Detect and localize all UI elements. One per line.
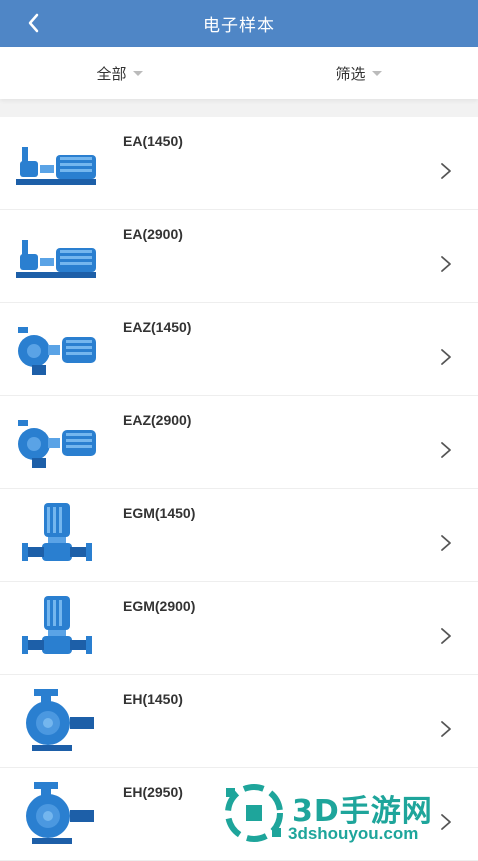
filter-label: 筛选 bbox=[335, 64, 366, 83]
product-name: EA(1450) bbox=[123, 133, 183, 149]
list-item[interactable]: EAZ(2900) bbox=[0, 396, 478, 489]
product-name: EH(1450) bbox=[123, 691, 183, 707]
watermark-logo-icon bbox=[225, 784, 283, 842]
list-item[interactable]: EH(1450) bbox=[0, 675, 478, 768]
chevron-right-icon bbox=[441, 535, 451, 551]
vertical-inline-pump-icon bbox=[22, 596, 92, 654]
caret-down-icon bbox=[371, 70, 382, 76]
product-name: EGM(2900) bbox=[123, 598, 196, 614]
list-item[interactable]: EGM(2900) bbox=[0, 582, 478, 675]
chevron-right-icon bbox=[441, 163, 451, 179]
filter-dropdown[interactable]: 筛选 bbox=[239, 47, 478, 99]
chevron-right-icon bbox=[441, 256, 451, 272]
chevron-right-icon bbox=[441, 442, 451, 458]
filter-bar: 全部 筛选 bbox=[0, 47, 478, 99]
list-item[interactable]: EAZ(1450) bbox=[0, 303, 478, 396]
end-suction-pump-icon bbox=[18, 420, 96, 468]
caret-down-icon bbox=[132, 70, 143, 76]
all-category-label: 全部 bbox=[96, 64, 127, 83]
page-title: 电子样本 bbox=[203, 16, 275, 36]
watermark-url: 3dshouyou.com bbox=[288, 824, 419, 843]
list-item[interactable]: EA(2900) bbox=[0, 210, 478, 303]
chevron-right-icon bbox=[441, 628, 451, 644]
volute-pump-icon bbox=[26, 782, 94, 844]
list-item[interactable]: EGM(1450) bbox=[0, 489, 478, 582]
product-name: EH(2950) bbox=[123, 784, 183, 800]
vertical-inline-pump-icon bbox=[22, 503, 92, 561]
product-list: EA(1450) EA(2900) EAZ(1450) EAZ(2900) EG… bbox=[0, 117, 478, 861]
product-name: EA(2900) bbox=[123, 226, 183, 242]
watermark: 3D手游网 3dshouyou.com bbox=[222, 780, 478, 850]
app-header: 电子样本 bbox=[0, 0, 478, 47]
chevron-right-icon bbox=[441, 349, 451, 365]
end-suction-pump-icon bbox=[18, 327, 96, 375]
horizontal-pump-icon bbox=[16, 240, 96, 278]
all-category-dropdown[interactable]: 全部 bbox=[0, 47, 239, 99]
product-name: EAZ(2900) bbox=[123, 412, 192, 428]
chevron-right-icon bbox=[441, 721, 451, 737]
product-name: EGM(1450) bbox=[123, 505, 196, 521]
volute-pump-icon bbox=[26, 689, 94, 751]
list-item[interactable]: EA(1450) bbox=[0, 117, 478, 210]
product-name: EAZ(1450) bbox=[123, 319, 192, 335]
horizontal-pump-icon bbox=[16, 147, 96, 185]
back-arrow-icon[interactable] bbox=[22, 11, 46, 35]
